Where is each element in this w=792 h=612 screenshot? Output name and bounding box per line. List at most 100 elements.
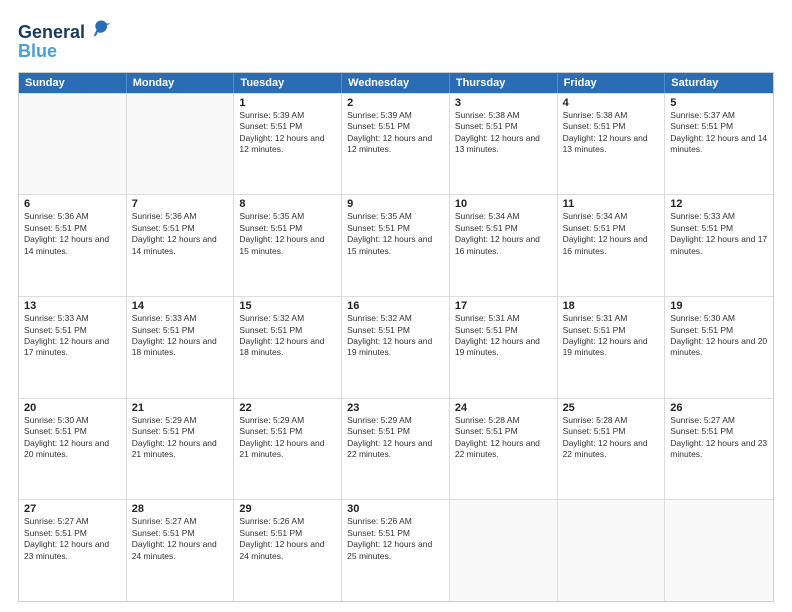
day-cell-10: 10Sunrise: 5:34 AM Sunset: 5:51 PM Dayli… <box>450 195 558 296</box>
day-cell-12: 12Sunrise: 5:33 AM Sunset: 5:51 PM Dayli… <box>665 195 773 296</box>
day-number: 30 <box>347 503 444 515</box>
day-number: 16 <box>347 300 444 312</box>
cell-info: Sunrise: 5:39 AM Sunset: 5:51 PM Dayligh… <box>239 110 336 156</box>
calendar-row-4: 27Sunrise: 5:27 AM Sunset: 5:51 PM Dayli… <box>19 499 773 601</box>
cell-info: Sunrise: 5:36 AM Sunset: 5:51 PM Dayligh… <box>132 211 229 257</box>
cell-info: Sunrise: 5:37 AM Sunset: 5:51 PM Dayligh… <box>670 110 768 156</box>
day-number: 12 <box>670 198 768 210</box>
day-cell-7: 7Sunrise: 5:36 AM Sunset: 5:51 PM Daylig… <box>127 195 235 296</box>
cell-info: Sunrise: 5:27 AM Sunset: 5:51 PM Dayligh… <box>24 516 121 562</box>
empty-cell <box>19 94 127 195</box>
cell-info: Sunrise: 5:27 AM Sunset: 5:51 PM Dayligh… <box>670 415 768 461</box>
weekday-header-saturday: Saturday <box>665 73 773 93</box>
day-number: 27 <box>24 503 121 515</box>
day-cell-8: 8Sunrise: 5:35 AM Sunset: 5:51 PM Daylig… <box>234 195 342 296</box>
calendar: SundayMondayTuesdayWednesdayThursdayFrid… <box>18 72 774 602</box>
logo-text: General <box>18 18 112 43</box>
header: General Blue <box>18 18 774 62</box>
cell-info: Sunrise: 5:29 AM Sunset: 5:51 PM Dayligh… <box>132 415 229 461</box>
empty-cell <box>665 500 773 601</box>
day-cell-24: 24Sunrise: 5:28 AM Sunset: 5:51 PM Dayli… <box>450 399 558 500</box>
day-number: 14 <box>132 300 229 312</box>
day-number: 21 <box>132 402 229 414</box>
day-number: 1 <box>239 97 336 109</box>
day-number: 26 <box>670 402 768 414</box>
weekday-header-wednesday: Wednesday <box>342 73 450 93</box>
calendar-row-3: 20Sunrise: 5:30 AM Sunset: 5:51 PM Dayli… <box>19 398 773 500</box>
day-number: 29 <box>239 503 336 515</box>
cell-info: Sunrise: 5:34 AM Sunset: 5:51 PM Dayligh… <box>455 211 552 257</box>
day-cell-17: 17Sunrise: 5:31 AM Sunset: 5:51 PM Dayli… <box>450 297 558 398</box>
day-number: 9 <box>347 198 444 210</box>
day-cell-21: 21Sunrise: 5:29 AM Sunset: 5:51 PM Dayli… <box>127 399 235 500</box>
day-cell-15: 15Sunrise: 5:32 AM Sunset: 5:51 PM Dayli… <box>234 297 342 398</box>
cell-info: Sunrise: 5:32 AM Sunset: 5:51 PM Dayligh… <box>347 313 444 359</box>
day-cell-18: 18Sunrise: 5:31 AM Sunset: 5:51 PM Dayli… <box>558 297 666 398</box>
day-number: 11 <box>563 198 660 210</box>
cell-info: Sunrise: 5:30 AM Sunset: 5:51 PM Dayligh… <box>24 415 121 461</box>
day-number: 19 <box>670 300 768 312</box>
cell-info: Sunrise: 5:30 AM Sunset: 5:51 PM Dayligh… <box>670 313 768 359</box>
day-cell-14: 14Sunrise: 5:33 AM Sunset: 5:51 PM Dayli… <box>127 297 235 398</box>
day-cell-13: 13Sunrise: 5:33 AM Sunset: 5:51 PM Dayli… <box>19 297 127 398</box>
cell-info: Sunrise: 5:34 AM Sunset: 5:51 PM Dayligh… <box>563 211 660 257</box>
cell-info: Sunrise: 5:28 AM Sunset: 5:51 PM Dayligh… <box>455 415 552 461</box>
cell-info: Sunrise: 5:35 AM Sunset: 5:51 PM Dayligh… <box>347 211 444 257</box>
cell-info: Sunrise: 5:27 AM Sunset: 5:51 PM Dayligh… <box>132 516 229 562</box>
cell-info: Sunrise: 5:36 AM Sunset: 5:51 PM Dayligh… <box>24 211 121 257</box>
calendar-header: SundayMondayTuesdayWednesdayThursdayFrid… <box>19 73 773 93</box>
day-cell-2: 2Sunrise: 5:39 AM Sunset: 5:51 PM Daylig… <box>342 94 450 195</box>
cell-info: Sunrise: 5:33 AM Sunset: 5:51 PM Dayligh… <box>24 313 121 359</box>
cell-info: Sunrise: 5:35 AM Sunset: 5:51 PM Dayligh… <box>239 211 336 257</box>
empty-cell <box>558 500 666 601</box>
day-number: 10 <box>455 198 552 210</box>
calendar-body: 1Sunrise: 5:39 AM Sunset: 5:51 PM Daylig… <box>19 93 773 601</box>
day-number: 5 <box>670 97 768 109</box>
day-number: 22 <box>239 402 336 414</box>
cell-info: Sunrise: 5:29 AM Sunset: 5:51 PM Dayligh… <box>239 415 336 461</box>
day-cell-20: 20Sunrise: 5:30 AM Sunset: 5:51 PM Dayli… <box>19 399 127 500</box>
cell-info: Sunrise: 5:29 AM Sunset: 5:51 PM Dayligh… <box>347 415 444 461</box>
day-number: 24 <box>455 402 552 414</box>
cell-info: Sunrise: 5:39 AM Sunset: 5:51 PM Dayligh… <box>347 110 444 156</box>
calendar-row-0: 1Sunrise: 5:39 AM Sunset: 5:51 PM Daylig… <box>19 93 773 195</box>
day-number: 15 <box>239 300 336 312</box>
day-cell-16: 16Sunrise: 5:32 AM Sunset: 5:51 PM Dayli… <box>342 297 450 398</box>
day-cell-27: 27Sunrise: 5:27 AM Sunset: 5:51 PM Dayli… <box>19 500 127 601</box>
day-cell-19: 19Sunrise: 5:30 AM Sunset: 5:51 PM Dayli… <box>665 297 773 398</box>
day-cell-6: 6Sunrise: 5:36 AM Sunset: 5:51 PM Daylig… <box>19 195 127 296</box>
cell-info: Sunrise: 5:38 AM Sunset: 5:51 PM Dayligh… <box>563 110 660 156</box>
day-number: 17 <box>455 300 552 312</box>
day-cell-30: 30Sunrise: 5:26 AM Sunset: 5:51 PM Dayli… <box>342 500 450 601</box>
day-cell-3: 3Sunrise: 5:38 AM Sunset: 5:51 PM Daylig… <box>450 94 558 195</box>
day-number: 7 <box>132 198 229 210</box>
weekday-header-sunday: Sunday <box>19 73 127 93</box>
day-cell-29: 29Sunrise: 5:26 AM Sunset: 5:51 PM Dayli… <box>234 500 342 601</box>
cell-info: Sunrise: 5:28 AM Sunset: 5:51 PM Dayligh… <box>563 415 660 461</box>
weekday-header-tuesday: Tuesday <box>234 73 342 93</box>
logo-bird-icon <box>92 18 112 38</box>
day-number: 28 <box>132 503 229 515</box>
logo: General Blue <box>18 18 112 62</box>
cell-info: Sunrise: 5:33 AM Sunset: 5:51 PM Dayligh… <box>670 211 768 257</box>
cell-info: Sunrise: 5:26 AM Sunset: 5:51 PM Dayligh… <box>347 516 444 562</box>
weekday-header-friday: Friday <box>558 73 666 93</box>
day-number: 20 <box>24 402 121 414</box>
day-cell-4: 4Sunrise: 5:38 AM Sunset: 5:51 PM Daylig… <box>558 94 666 195</box>
day-cell-1: 1Sunrise: 5:39 AM Sunset: 5:51 PM Daylig… <box>234 94 342 195</box>
day-number: 4 <box>563 97 660 109</box>
day-number: 8 <box>239 198 336 210</box>
day-cell-9: 9Sunrise: 5:35 AM Sunset: 5:51 PM Daylig… <box>342 195 450 296</box>
day-number: 23 <box>347 402 444 414</box>
cell-info: Sunrise: 5:31 AM Sunset: 5:51 PM Dayligh… <box>455 313 552 359</box>
day-cell-5: 5Sunrise: 5:37 AM Sunset: 5:51 PM Daylig… <box>665 94 773 195</box>
cell-info: Sunrise: 5:32 AM Sunset: 5:51 PM Dayligh… <box>239 313 336 359</box>
cell-info: Sunrise: 5:31 AM Sunset: 5:51 PM Dayligh… <box>563 313 660 359</box>
day-cell-26: 26Sunrise: 5:27 AM Sunset: 5:51 PM Dayli… <box>665 399 773 500</box>
day-cell-28: 28Sunrise: 5:27 AM Sunset: 5:51 PM Dayli… <box>127 500 235 601</box>
day-number: 6 <box>24 198 121 210</box>
empty-cell <box>450 500 558 601</box>
day-number: 2 <box>347 97 444 109</box>
day-number: 18 <box>563 300 660 312</box>
day-cell-23: 23Sunrise: 5:29 AM Sunset: 5:51 PM Dayli… <box>342 399 450 500</box>
